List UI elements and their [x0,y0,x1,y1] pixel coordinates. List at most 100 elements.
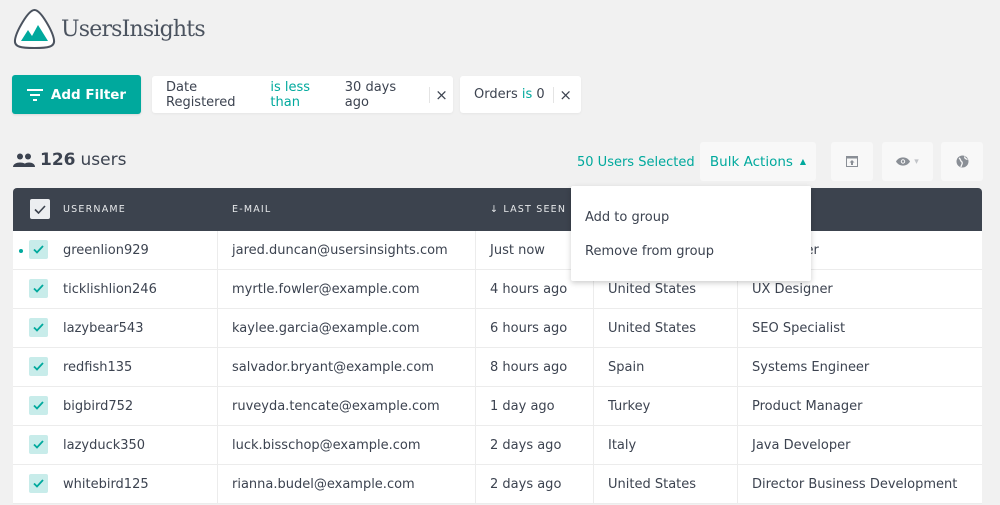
username-link[interactable]: lazybear543 [63,321,143,336]
add-filter-button[interactable]: Add Filter [12,75,141,114]
cell-email: luck.bisschop@example.com [218,426,476,464]
cell-last-seen: 8 hours ago [476,348,594,386]
table-row[interactable]: ticklishlion246 myrtle.fowler@example.com… [13,270,982,309]
check-icon [33,323,44,332]
cell-username: ticklishlion246 [13,270,218,308]
job-text: Java Developer [752,437,851,453]
export-icon [846,156,858,167]
cell-job: Systems Engineer [738,348,982,386]
column-header-username[interactable]: USERNAME [13,188,218,231]
check-icon [33,440,44,449]
cell-country: United States [594,465,738,503]
user-count: 126 users [13,150,126,170]
export-button[interactable] [831,142,873,181]
table-row[interactable]: lazybear543 kaylee.garcia@example.com 6 ho… [13,309,982,348]
globe-icon [956,155,968,168]
table-body: greenlion929 jared.duncan@usersinsights.c… [13,231,982,504]
username-link[interactable]: ticklishlion246 [63,282,157,297]
table-row[interactable]: whitebird125 rianna.budel@example.com 2 da… [13,465,982,504]
cell-email: salvador.bryant@example.com [218,348,476,386]
username-link[interactable]: greenlion929 [63,243,149,258]
country-text: United States [608,476,697,492]
email-text: ruveyda.tencate@example.com [232,398,440,414]
selected-users-count: 50 Users Selected [577,155,695,170]
cell-username: lazyduck350 [13,426,218,464]
row-checkbox[interactable] [29,396,48,415]
eye-icon [896,157,911,166]
country-text: Spain [608,359,645,375]
app-title: UsersInsights [61,16,206,42]
menu-item-add-to-group[interactable]: Add to group [585,210,669,225]
map-view-button[interactable] [941,142,983,181]
cell-country: United States [594,309,738,347]
cell-last-seen: 2 days ago [476,426,594,464]
email-text: luck.bisschop@example.com [232,437,421,453]
cell-last-seen: 6 hours ago [476,309,594,347]
logo-mountain-icon [13,8,56,50]
filter-operator: is [521,87,533,102]
job-text: Director Business Development [752,476,958,492]
cell-email: rianna.budel@example.com [218,465,476,503]
email-text: rianna.budel@example.com [232,476,415,492]
email-text: salvador.bryant@example.com [232,359,434,375]
online-status-indicator [19,249,23,253]
user-count-unit: users [80,150,127,170]
email-text: myrtle.fowler@example.com [232,281,420,297]
table-row[interactable]: lazyduck350 luck.bisschop@example.com 2 da… [13,426,982,465]
check-icon [33,362,44,371]
last-seen-text: 4 hours ago [490,281,568,297]
cell-username: redfish135 [13,348,218,386]
bulk-actions-button[interactable]: Bulk Actions ▲ [700,142,816,181]
username-link[interactable]: bigbird752 [63,399,133,414]
menu-item-remove-from-group[interactable]: Remove from group [585,244,714,259]
table-row[interactable]: greenlion929 jared.duncan@usersinsights.c… [13,231,982,270]
filter-field: Date Registered [166,79,236,110]
remove-filter-icon[interactable]: × [554,86,578,104]
check-icon [33,401,44,410]
email-text: jared.duncan@usersinsights.com [232,242,448,258]
cell-username: lazybear543 [13,309,218,347]
table-row[interactable]: bigbird752 ruveyda.tencate@example.com 1 d… [13,387,982,426]
cell-country: Turkey [594,387,738,425]
check-icon [34,204,46,214]
check-icon [33,479,44,488]
country-text: Turkey [608,398,651,414]
cell-job: SEO Specialist [738,309,982,347]
select-all-checkbox[interactable] [30,199,50,219]
filter-icon [26,88,43,101]
row-checkbox[interactable] [29,318,48,337]
caret-up-icon: ▲ [799,157,807,166]
cell-job: Product Manager [738,387,982,425]
country-text: Italy [608,437,637,453]
email-text: kaylee.garcia@example.com [232,320,420,336]
username-link[interactable]: redfish135 [63,360,132,375]
cell-country: Spain [594,348,738,386]
add-filter-label: Add Filter [50,86,127,103]
column-header-email[interactable]: E-MAIL [218,188,476,231]
row-checkbox[interactable] [29,435,48,454]
cell-last-seen: 1 day ago [476,387,594,425]
row-checkbox[interactable] [29,279,48,298]
filter-chip-date-registered[interactable]: Date Registered is less than 30 days ago… [152,76,453,113]
filter-chip-orders[interactable]: Orders is 0 × [460,76,581,113]
filter-value: 0 [536,87,545,102]
column-header-label: USERNAME [63,204,126,215]
bulk-actions-label: Bulk Actions [709,153,793,170]
table-header: USERNAME E-MAIL ↓ LAST SEEN [13,188,982,231]
user-count-number: 126 [40,150,76,170]
app-logo[interactable]: UsersInsights [13,8,206,50]
row-checkbox[interactable] [29,357,48,376]
cell-email: jared.duncan@usersinsights.com [218,231,476,269]
table-row[interactable]: redfish135 salvador.bryant@example.com 8 h… [13,348,982,387]
job-text: UX Designer [752,281,833,297]
username-link[interactable]: lazyduck350 [63,438,145,453]
column-visibility-button[interactable]: ▾ [882,142,933,181]
username-link[interactable]: whitebird125 [63,477,149,492]
last-seen-text: 2 days ago [490,476,562,492]
cell-username: bigbird752 [13,387,218,425]
cell-email: kaylee.garcia@example.com [218,309,476,347]
row-checkbox[interactable] [29,474,48,493]
remove-filter-icon[interactable]: × [430,86,453,104]
row-checkbox[interactable] [29,240,48,259]
last-seen-text: 1 day ago [490,398,555,414]
